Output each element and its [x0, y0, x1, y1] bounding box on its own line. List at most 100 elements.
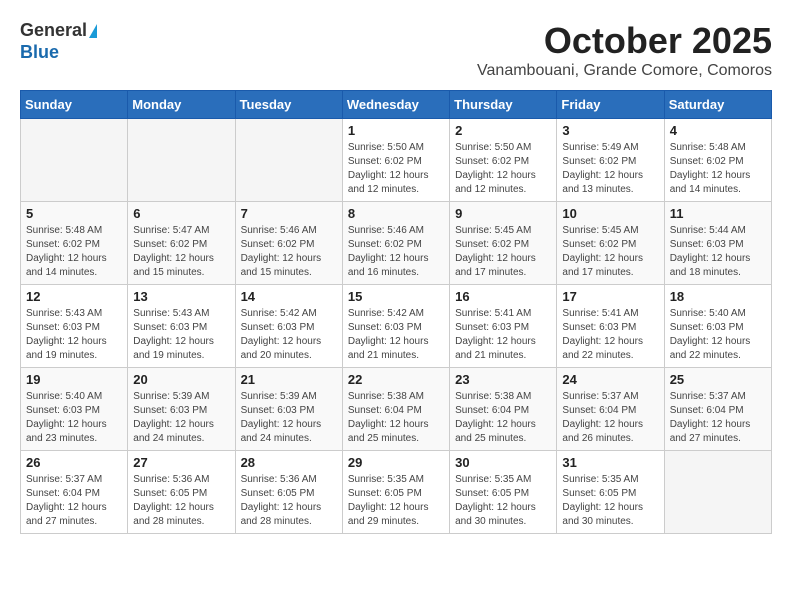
calendar-cell: 25Sunrise: 5:37 AM Sunset: 6:04 PM Dayli…: [664, 368, 771, 451]
day-number: 20: [133, 372, 229, 387]
calendar-cell: [21, 119, 128, 202]
day-number: 22: [348, 372, 444, 387]
calendar-cell: 24 Sunrise: 5:37 AM Sunset: 6:04 PM Dayli…: [557, 368, 664, 451]
day-number: 21: [241, 372, 337, 387]
day-info: Sunrise: 5:46 AM Sunset: 6:02 PM Dayligh…: [348, 224, 444, 280]
day-info: Sunrise: 5:45 AM Sunset: 6:02 PM Dayligh…: [455, 224, 551, 280]
day-info: Sunrise: 5:40 AM Sunset: 6:03 PM Dayligh…: [670, 307, 766, 363]
weekday-header-sunday: Sunday: [21, 91, 128, 119]
calendar-cell: 18 Sunrise: 5:40 AM Sunset: 6:03 PM Dayli…: [664, 285, 771, 368]
logo-blue-text: Blue: [20, 42, 97, 64]
day-info: Sunrise: 5:38 AM Sunset: 6:04 PM Dayligh…: [455, 390, 551, 446]
day-number: 4: [670, 123, 766, 138]
weekday-header-friday: Friday: [557, 91, 664, 119]
calendar-week-1: 1 Sunrise: 5:50 AM Sunset: 6:02 PM Daylig…: [21, 119, 772, 202]
calendar-cell: 14 Sunrise: 5:42 AM Sunset: 6:03 PM Dayli…: [235, 285, 342, 368]
calendar-cell: 15Sunrise: 5:42 AM Sunset: 6:03 PM Dayli…: [342, 285, 449, 368]
day-number: 26: [26, 455, 122, 470]
calendar-table: SundayMondayTuesdayWednesdayThursdayFrid…: [20, 90, 772, 534]
day-number: 9: [455, 206, 551, 221]
day-info: Sunrise: 5:36 AM Sunset: 6:05 PM Dayligh…: [133, 473, 229, 529]
day-number: 11: [670, 206, 766, 221]
calendar-cell: 16Sunrise: 5:41 AM Sunset: 6:03 PM Dayli…: [450, 285, 557, 368]
weekday-header-wednesday: Wednesday: [342, 91, 449, 119]
calendar-cell: 2Sunrise: 5:50 AM Sunset: 6:02 PM Daylig…: [450, 119, 557, 202]
calendar-cell: 8 Sunrise: 5:46 AM Sunset: 6:02 PM Daylig…: [342, 202, 449, 285]
logo: General Blue: [20, 20, 97, 63]
day-info: Sunrise: 5:46 AM Sunset: 6:02 PM Dayligh…: [241, 224, 337, 280]
calendar-cell: [664, 451, 771, 534]
day-info: Sunrise: 5:35 AM Sunset: 6:05 PM Dayligh…: [562, 473, 658, 529]
calendar-cell: 1Sunrise: 5:50 AM Sunset: 6:02 PM Daylig…: [342, 119, 449, 202]
calendar-cell: 7 Sunrise: 5:46 AM Sunset: 6:02 PM Daylig…: [235, 202, 342, 285]
day-number: 25: [670, 372, 766, 387]
day-info: Sunrise: 5:37 AM Sunset: 6:04 PM Dayligh…: [562, 390, 658, 446]
day-info: Sunrise: 5:50 AM Sunset: 6:02 PM Dayligh…: [455, 141, 551, 197]
day-number: 31: [562, 455, 658, 470]
day-info: Sunrise: 5:43 AM Sunset: 6:03 PM Dayligh…: [133, 307, 229, 363]
month-title: October 2025: [477, 20, 772, 62]
calendar-cell: 26 Sunrise: 5:37 AM Sunset: 6:04 PM Dayli…: [21, 451, 128, 534]
day-number: 16: [455, 289, 551, 304]
location-title: Vanambouani, Grande Comore, Comoros: [477, 62, 772, 80]
calendar-cell: 28Sunrise: 5:36 AM Sunset: 6:05 PM Dayli…: [235, 451, 342, 534]
calendar-week-5: 26 Sunrise: 5:37 AM Sunset: 6:04 PM Dayli…: [21, 451, 772, 534]
day-number: 18: [670, 289, 766, 304]
day-info: Sunrise: 5:44 AM Sunset: 6:03 PM Dayligh…: [670, 224, 766, 280]
calendar-cell: 30 Sunrise: 5:35 AM Sunset: 6:05 PM Dayli…: [450, 451, 557, 534]
day-info: Sunrise: 5:39 AM Sunset: 6:03 PM Dayligh…: [133, 390, 229, 446]
calendar-cell: 9 Sunrise: 5:45 AM Sunset: 6:02 PM Daylig…: [450, 202, 557, 285]
title-section: October 2025 Vanambouani, Grande Comore,…: [477, 20, 772, 80]
calendar-cell: 19Sunrise: 5:40 AM Sunset: 6:03 PM Dayli…: [21, 368, 128, 451]
logo-icon: [89, 24, 97, 38]
calendar-cell: 17 Sunrise: 5:41 AM Sunset: 6:03 PM Dayli…: [557, 285, 664, 368]
day-info: Sunrise: 5:39 AM Sunset: 6:03 PM Dayligh…: [241, 390, 337, 446]
day-info: Sunrise: 5:48 AM Sunset: 6:02 PM Dayligh…: [670, 141, 766, 197]
calendar-week-4: 19Sunrise: 5:40 AM Sunset: 6:03 PM Dayli…: [21, 368, 772, 451]
day-number: 23: [455, 372, 551, 387]
day-info: Sunrise: 5:48 AM Sunset: 6:02 PM Dayligh…: [26, 224, 122, 280]
day-number: 30: [455, 455, 551, 470]
day-number: 3: [562, 123, 658, 138]
calendar-cell: 10 Sunrise: 5:45 AM Sunset: 6:02 PM Dayli…: [557, 202, 664, 285]
day-info: Sunrise: 5:41 AM Sunset: 6:03 PM Dayligh…: [562, 307, 658, 363]
calendar-cell: 12 Sunrise: 5:43 AM Sunset: 6:03 PM Dayli…: [21, 285, 128, 368]
day-number: 24: [562, 372, 658, 387]
day-number: 6: [133, 206, 229, 221]
weekday-header-saturday: Saturday: [664, 91, 771, 119]
weekday-header-thursday: Thursday: [450, 91, 557, 119]
calendar-cell: 31 Sunrise: 5:35 AM Sunset: 6:05 PM Dayli…: [557, 451, 664, 534]
calendar-cell: 20 Sunrise: 5:39 AM Sunset: 6:03 PM Dayli…: [128, 368, 235, 451]
calendar-cell: [235, 119, 342, 202]
day-info: Sunrise: 5:49 AM Sunset: 6:02 PM Dayligh…: [562, 141, 658, 197]
calendar-cell: 29Sunrise: 5:35 AM Sunset: 6:05 PM Dayli…: [342, 451, 449, 534]
calendar-cell: 22Sunrise: 5:38 AM Sunset: 6:04 PM Dayli…: [342, 368, 449, 451]
calendar-week-3: 12 Sunrise: 5:43 AM Sunset: 6:03 PM Dayli…: [21, 285, 772, 368]
day-number: 7: [241, 206, 337, 221]
day-info: Sunrise: 5:35 AM Sunset: 6:05 PM Dayligh…: [455, 473, 551, 529]
calendar-cell: 23 Sunrise: 5:38 AM Sunset: 6:04 PM Dayli…: [450, 368, 557, 451]
day-info: Sunrise: 5:47 AM Sunset: 6:02 PM Dayligh…: [133, 224, 229, 280]
day-number: 13: [133, 289, 229, 304]
calendar-cell: 21 Sunrise: 5:39 AM Sunset: 6:03 PM Dayli…: [235, 368, 342, 451]
day-info: Sunrise: 5:42 AM Sunset: 6:03 PM Dayligh…: [241, 307, 337, 363]
day-number: 17: [562, 289, 658, 304]
weekday-header-tuesday: Tuesday: [235, 91, 342, 119]
day-number: 14: [241, 289, 337, 304]
calendar-cell: [128, 119, 235, 202]
day-number: 8: [348, 206, 444, 221]
logo-general-text: General: [20, 20, 87, 42]
day-info: Sunrise: 5:37 AM Sunset: 6:04 PM Dayligh…: [26, 473, 122, 529]
day-number: 19: [26, 372, 122, 387]
day-info: Sunrise: 5:45 AM Sunset: 6:02 PM Dayligh…: [562, 224, 658, 280]
day-number: 15: [348, 289, 444, 304]
day-number: 5: [26, 206, 122, 221]
calendar-cell: 3 Sunrise: 5:49 AM Sunset: 6:02 PM Daylig…: [557, 119, 664, 202]
day-info: Sunrise: 5:43 AM Sunset: 6:03 PM Dayligh…: [26, 307, 122, 363]
day-info: Sunrise: 5:35 AM Sunset: 6:05 PM Dayligh…: [348, 473, 444, 529]
day-number: 1: [348, 123, 444, 138]
weekday-header-monday: Monday: [128, 91, 235, 119]
calendar-week-2: 5 Sunrise: 5:48 AM Sunset: 6:02 PM Daylig…: [21, 202, 772, 285]
day-number: 10: [562, 206, 658, 221]
day-number: 12: [26, 289, 122, 304]
